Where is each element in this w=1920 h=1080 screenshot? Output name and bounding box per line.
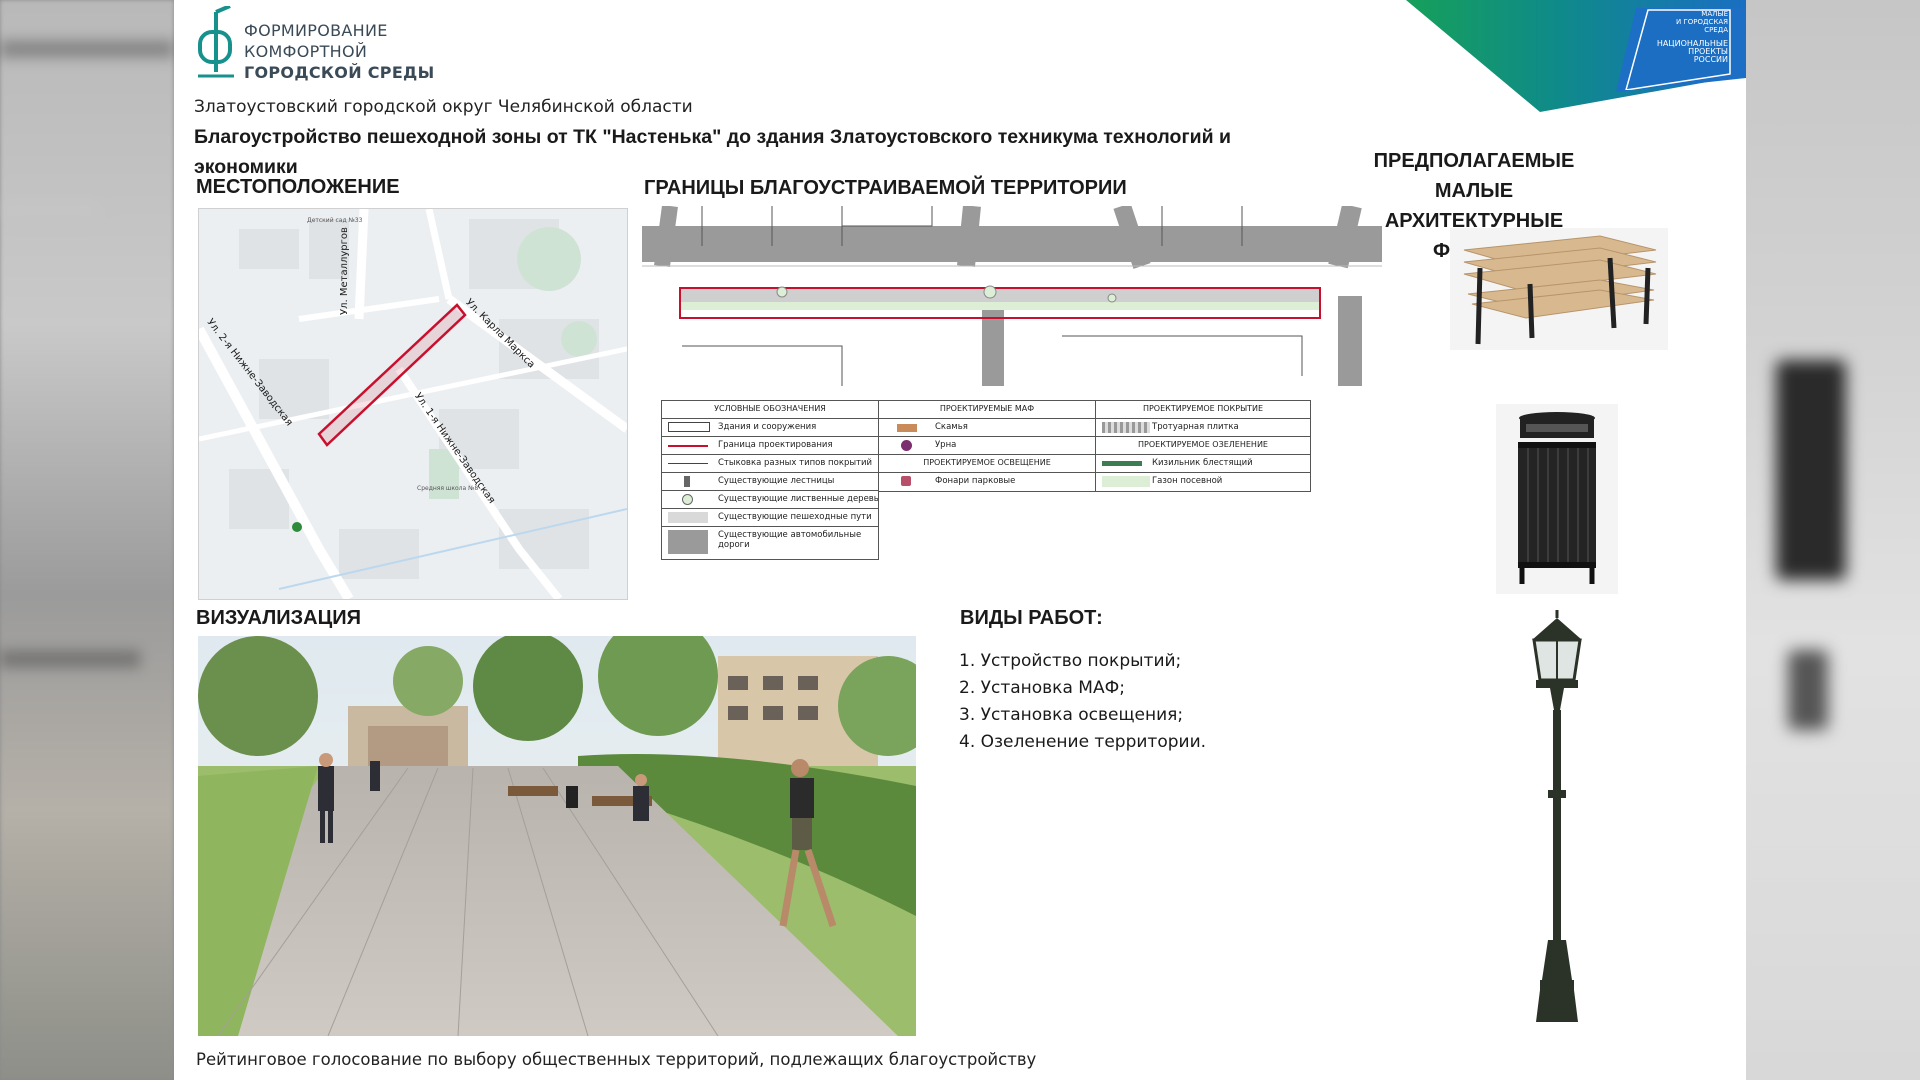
footer-text: Рейтинговое голосование по выбору общест… xyxy=(196,1050,1037,1069)
bench-image xyxy=(1450,228,1668,350)
legend-col3-title: ПРОЕКТИРУЕМОЕ ПОКРЫТИЕ xyxy=(1096,401,1310,419)
legend-text-roads: Существующие автомобильные дороги xyxy=(718,530,862,550)
legend-item-lawn: Газон посевной xyxy=(1096,473,1310,491)
background-right-blur xyxy=(1746,0,1920,1080)
legend-col2-title: ПРОЕКТИРУЕМЫЕ МАФ xyxy=(879,401,1095,419)
legend-text-trees: Существующие лиственные деревья xyxy=(718,494,879,504)
natproj-line2: И ГОРОДСКАЯ СРЕДА xyxy=(1676,18,1728,34)
logo-text: ФОРМИРОВАНИЕ КОМФОРТНОЙ ГОРОДСКОЙ СРЕДЫ xyxy=(244,20,434,83)
map-label-kindergarten: Детский сад №33 xyxy=(307,217,363,224)
legend-text-lawn: Газон посевной xyxy=(1152,476,1223,486)
legend-item-roads: Существующие автомобильные дороги xyxy=(662,527,878,559)
region-text: Златоустовский городской округ Челябинск… xyxy=(194,97,693,117)
legend-text-paths: Существующие пешеходные пути xyxy=(718,512,872,522)
visualization-render xyxy=(198,636,916,1036)
background-left-blur xyxy=(0,0,174,1080)
logo-line3: ГОРОДСКОЙ СРЕДЫ xyxy=(244,63,435,82)
project-title-line1: Благоустройство пешеходной зоны от ТК "Н… xyxy=(194,126,1231,148)
map-label-metallurgov: Ул. Металлургов xyxy=(339,227,350,315)
legend-col3b-title: ПРОЕКТИРУЕМОЕ ОЗЕЛЕНЕНИЕ xyxy=(1096,437,1310,455)
legend-col3: ПРОЕКТИРУЕМОЕ ПОКРЫТИЕ Тротуарная плитка… xyxy=(1095,400,1311,492)
legend-text-stairs: Существующие лестницы xyxy=(718,476,835,486)
section-borders-title: ГРАНИЦЫ БЛАГОУСТРАИВАЕМОЙ ТЕРРИТОРИИ xyxy=(644,177,1127,199)
plan-graphic xyxy=(642,206,1382,386)
works-list: 1. Устройство покрытий; 2. Установка МАФ… xyxy=(959,648,1206,756)
section-location-title: МЕСТОПОЛОЖЕНИЕ xyxy=(196,176,400,198)
legend-text-bench: Скамья xyxy=(935,422,968,432)
legend-col2b-title: ПРОЕКТИРУЕМОЕ ОСВЕЩЕНИЕ xyxy=(879,455,1095,473)
logo-icon xyxy=(198,6,234,78)
logo-line1: ФОРМИРОВАНИЕ xyxy=(244,21,388,40)
legend-item-trees: Существующие лиственные деревья xyxy=(662,491,878,509)
legend-text-tiles: Тротуарная плитка xyxy=(1152,422,1239,432)
works-item-3: 3. Установка освещения; xyxy=(959,705,1184,725)
national-projects-text: МАЛЫЕ И ГОРОДСКАЯ СРЕДА НАЦИОНАЛЬНЫЕ ПРО… xyxy=(1654,10,1728,64)
legend-item-urn: Урна xyxy=(879,437,1095,455)
legend-col2: ПРОЕКТИРУЕМЫЕ МАФ Скамья Урна ПРОЕКТИРУЕ… xyxy=(878,400,1096,492)
legend-item-bench: Скамья xyxy=(879,419,1095,437)
legend-item-lamps: Фонари парковые xyxy=(879,473,1095,491)
section-works-title: ВИДЫ РАБОТ: xyxy=(960,607,1103,629)
legend-item-stairs: Существующие лестницы xyxy=(662,473,878,491)
maf-title-line1: ПРЕДПОЛАГАЕМЫЕ МАЛЫЕ xyxy=(1373,150,1575,202)
visualization-image xyxy=(198,636,916,1036)
legend-item-buildings: Здания и сооружения xyxy=(662,419,878,437)
legend-text-joints: Стыковка разных типов покрытий xyxy=(718,458,873,468)
works-item-4: 4. Озеленение территории. xyxy=(959,732,1207,752)
urn-image xyxy=(1496,404,1618,594)
legend-item-shrub: Кизильник блестящий xyxy=(1096,455,1310,473)
legend-text-border: Граница проектирования xyxy=(718,440,833,450)
legend-item-border: Граница проектирования xyxy=(662,437,878,455)
natproj-line1: МАЛЫЕ xyxy=(1701,10,1728,18)
legend-text-lamps: Фонари парковые xyxy=(935,476,1016,486)
legend-col1-title: УСЛОВНЫЕ ОБОЗНАЧЕНИЯ xyxy=(662,401,878,419)
legend-col1: УСЛОВНЫЕ ОБОЗНАЧЕНИЯ Здания и сооружения… xyxy=(661,400,879,560)
natproj-line5: РОССИИ xyxy=(1693,55,1728,64)
location-map: Ул. Металлургов Ул. Карла Маркса Ул. 2-я… xyxy=(198,208,628,600)
works-item-1: 1. Устройство покрытий; xyxy=(959,651,1182,671)
slide: ФОРМИРОВАНИЕ КОМФОРТНОЙ ГОРОДСКОЙ СРЕДЫ … xyxy=(174,0,1746,1080)
plan-legend: УСЛОВНЫЕ ОБОЗНАЧЕНИЯ Здания и сооружения… xyxy=(661,400,1311,560)
logo-line2: КОМФОРТНОЙ xyxy=(244,42,368,61)
legend-item-joints: Стыковка разных типов покрытий xyxy=(662,455,878,473)
lamp-image xyxy=(1532,610,1582,1022)
legend-item-paths: Существующие пешеходные пути xyxy=(662,509,878,527)
legend-text-urn: Урна xyxy=(935,440,957,450)
legend-text-buildings: Здания и сооружения xyxy=(718,422,817,432)
boundary-plan xyxy=(642,206,1382,386)
section-visualization-title: ВИЗУАЛИЗАЦИЯ xyxy=(196,607,361,629)
map-label-school: Средняя школа №8 xyxy=(417,485,479,492)
map-graphic xyxy=(199,209,627,599)
works-item-2: 2. Установка МАФ; xyxy=(959,678,1125,698)
legend-text-shrub: Кизильник блестящий xyxy=(1152,458,1253,468)
legend-item-tiles: Тротуарная плитка xyxy=(1096,419,1310,437)
